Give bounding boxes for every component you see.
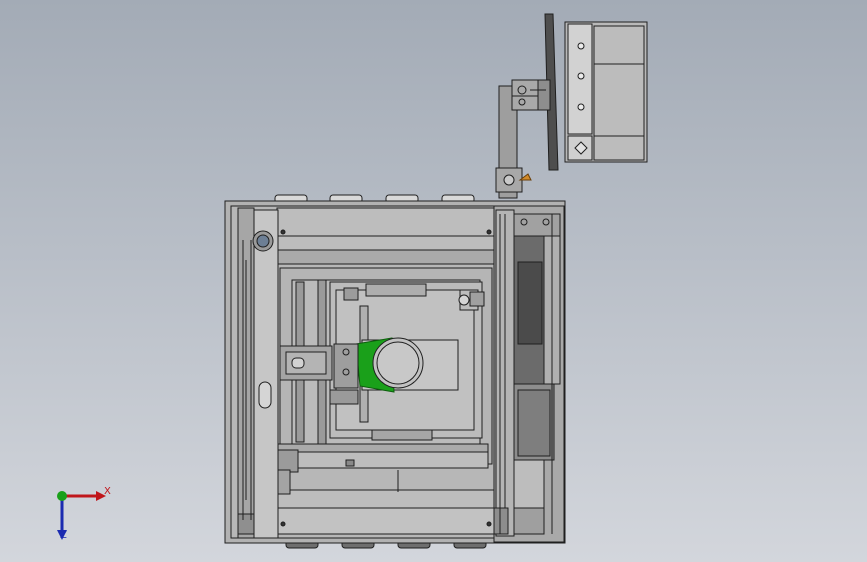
right-cabinet xyxy=(493,205,565,543)
view-orientation-triad[interactable]: X Z xyxy=(48,480,118,544)
monitor-arm-assembly xyxy=(495,13,648,199)
x-axis-label: X xyxy=(104,486,111,497)
z-axis-label: Z xyxy=(60,530,67,541)
assembly-drawing[interactable] xyxy=(0,0,867,562)
cad-viewport[interactable]: X Z xyxy=(0,0,867,562)
